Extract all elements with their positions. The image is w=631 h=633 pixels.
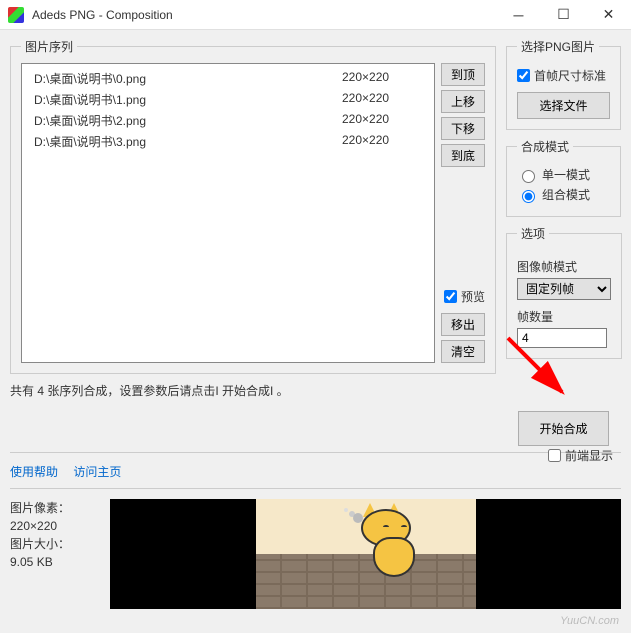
list-item-path: D:\桌面\说明书\2.png (34, 112, 342, 129)
single-mode-label: 单一模式 (542, 166, 590, 183)
to-top-button[interactable]: 到顶 (441, 63, 485, 86)
home-link[interactable]: 访问主页 (73, 465, 121, 479)
combo-mode-wrap[interactable]: 组合模式 (517, 186, 610, 203)
single-mode-radio[interactable] (522, 170, 535, 183)
mode-fieldset: 合成模式 单一模式 组合模式 (506, 138, 621, 217)
to-bottom-button[interactable]: 到底 (441, 144, 485, 167)
list-item-path: D:\桌面\说明书\1.png (34, 91, 342, 108)
preview-image (256, 499, 476, 609)
preview-strip (110, 499, 621, 609)
combo-mode-label: 组合模式 (542, 186, 590, 203)
combo-mode-radio[interactable] (522, 190, 535, 203)
divider (10, 452, 621, 453)
preview-checkbox-wrap[interactable]: 预览 (441, 288, 485, 305)
foreground-label: 前端显示 (565, 447, 613, 464)
clear-button[interactable]: 清空 (441, 340, 485, 363)
single-mode-wrap[interactable]: 单一模式 (517, 166, 610, 183)
size-label: 图片大小： (10, 535, 100, 553)
maximize-button[interactable]: ☐ (541, 0, 586, 30)
list-item-dim: 220×220 (342, 112, 422, 129)
move-up-button[interactable]: 上移 (441, 90, 485, 113)
sequence-fieldset: 图片序列 D:\桌面\说明书\0.png 220×220 D:\桌面\说明书\1… (10, 38, 496, 374)
mode-legend: 合成模式 (517, 138, 573, 155)
close-button[interactable]: ✕ (586, 0, 631, 30)
divider (10, 488, 621, 489)
window-title: Adeds PNG - Composition (32, 8, 496, 22)
select-png-fieldset: 选择PNG图片 首帧尺寸标准 选择文件 (506, 38, 621, 130)
list-item-dim: 220×220 (342, 133, 422, 150)
info-column: 图片像素： 220×220 图片大小： 9.05 KB (10, 499, 100, 609)
move-down-button[interactable]: 下移 (441, 117, 485, 140)
start-compose-button[interactable]: 开始合成 (518, 411, 608, 446)
options-legend: 选项 (517, 225, 549, 242)
watermark: YuuCN.com (560, 615, 619, 627)
list-item[interactable]: D:\桌面\说明书\0.png 220×220 (22, 68, 434, 89)
list-item-dim: 220×220 (342, 70, 422, 87)
frame-mode-label: 图像帧模式 (517, 258, 611, 275)
preview-label: 预览 (461, 288, 485, 305)
sequence-legend: 图片序列 (21, 38, 77, 55)
preview-checkbox[interactable] (444, 290, 457, 303)
first-frame-std-wrap[interactable]: 首帧尺寸标准 (517, 67, 610, 84)
first-frame-std-label: 首帧尺寸标准 (534, 67, 606, 84)
size-value: 9.05 KB (10, 553, 100, 571)
list-item-path: D:\桌面\说明书\0.png (34, 70, 342, 87)
list-item[interactable]: D:\桌面\说明书\3.png 220×220 (22, 131, 434, 152)
choose-file-button[interactable]: 选择文件 (517, 92, 610, 119)
list-item-dim: 220×220 (342, 91, 422, 108)
minimize-button[interactable]: ─ (496, 0, 541, 30)
foreground-checkbox-wrap[interactable]: 前端显示 (548, 447, 613, 464)
app-icon (8, 7, 24, 23)
frame-count-input[interactable] (517, 328, 607, 348)
help-link[interactable]: 使用帮助 (10, 465, 58, 479)
frame-count-label: 帧数量 (517, 308, 611, 325)
remove-button[interactable]: 移出 (441, 313, 485, 336)
foreground-checkbox[interactable] (548, 449, 561, 462)
pixels-value: 220×220 (10, 517, 100, 535)
list-item[interactable]: D:\桌面\说明书\2.png 220×220 (22, 110, 434, 131)
select-png-legend: 选择PNG图片 (517, 38, 599, 55)
frame-mode-select[interactable]: 固定列帧 (517, 278, 611, 300)
options-fieldset: 选项 图像帧模式 固定列帧 帧数量 (506, 225, 622, 359)
list-item-path: D:\桌面\说明书\3.png (34, 133, 342, 150)
pixels-label: 图片像素： (10, 499, 100, 517)
first-frame-std-checkbox[interactable] (517, 69, 530, 82)
file-listbox[interactable]: D:\桌面\说明书\0.png 220×220 D:\桌面\说明书\1.png … (21, 63, 435, 363)
title-bar: Adeds PNG - Composition ─ ☐ ✕ (0, 0, 631, 30)
summary-text: 共有 4 张序列合成，设置参数后请点击I 开始合成I 。 (10, 382, 496, 399)
links-row: 使用帮助 访问主页 (10, 463, 621, 480)
list-item[interactable]: D:\桌面\说明书\1.png 220×220 (22, 89, 434, 110)
